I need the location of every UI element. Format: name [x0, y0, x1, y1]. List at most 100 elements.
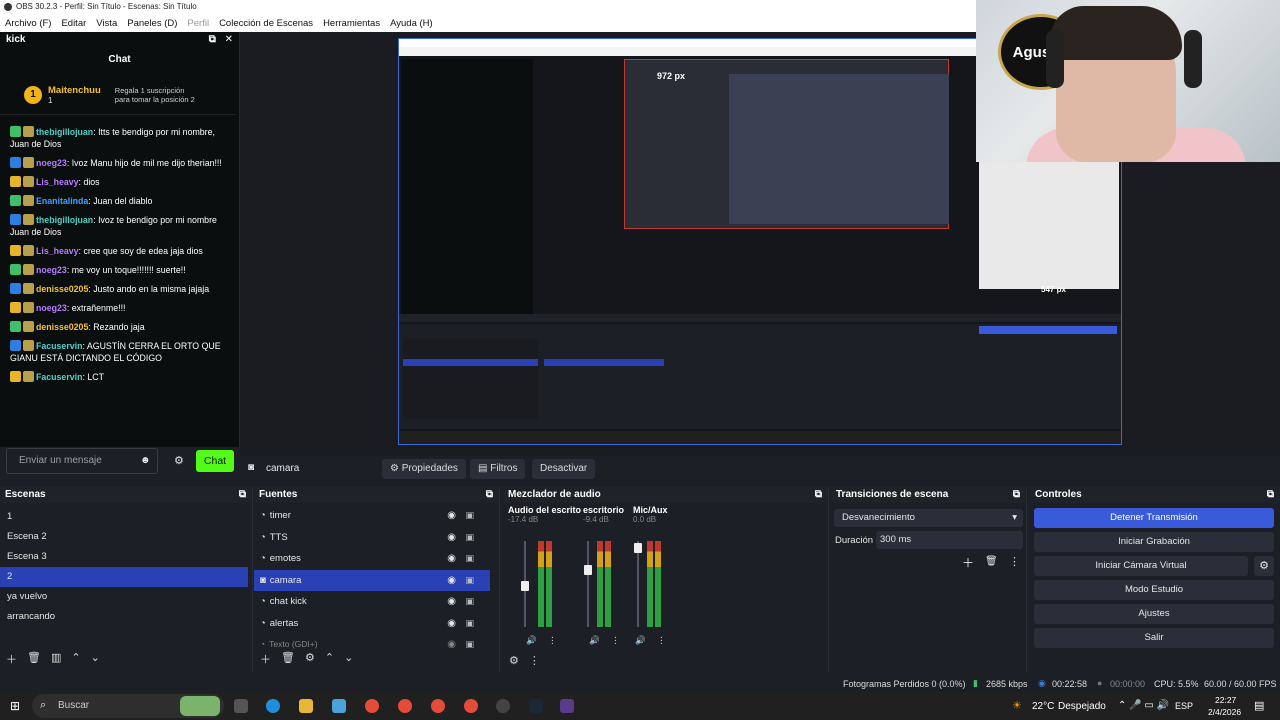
lock-icon[interactable]: ▣	[465, 505, 474, 527]
chat-input[interactable]: Enviar un mensaje	[6, 448, 158, 474]
lock-icon[interactable]: ▣	[465, 634, 474, 656]
menu-paneles[interactable]: Paneles (D)	[127, 18, 177, 29]
eye-icon[interactable]: ◉	[447, 570, 456, 592]
emoji-icon[interactable]: ☻	[140, 455, 151, 466]
duration-input[interactable]: 300 ms	[876, 531, 1023, 549]
speaker-icon[interactable]: 🔊	[526, 635, 537, 646]
scene-item[interactable]: Escena 3	[0, 547, 248, 567]
undock-icon[interactable]: ⧉	[209, 34, 216, 45]
source-item[interactable]: ◔ timer ◉ ▣	[254, 505, 490, 527]
menu-perfil[interactable]: Perfil	[187, 18, 209, 29]
clock-time[interactable]: 22:27	[1215, 695, 1236, 705]
move-up-icon[interactable]: ⌃	[325, 651, 334, 667]
chat-username[interactable]: thebigillojuan	[36, 127, 93, 137]
chrome-icon[interactable]	[365, 699, 379, 713]
undock-icon[interactable]: ⧉	[1267, 487, 1274, 503]
chat-messages[interactable]: thebigillojuan: Itts te bendigo por mi n…	[0, 126, 236, 444]
notification-icon[interactable]: ▤	[1254, 699, 1264, 712]
source-item[interactable]: ◔ TTS ◉ ▣	[254, 527, 490, 549]
source-item[interactable]: ◔ emotes ◉ ▣	[254, 548, 490, 570]
language-indicator[interactable]: ESP	[1175, 701, 1193, 711]
lock-icon[interactable]: ▣	[465, 570, 474, 592]
menu-icon[interactable]: ⋮	[548, 635, 557, 646]
filter-icon[interactable]: ▥	[51, 651, 61, 667]
scene-item[interactable]: 1	[0, 507, 248, 527]
scene-item[interactable]: Escena 2	[0, 527, 248, 547]
deactivate-button[interactable]: Desactivar	[532, 459, 596, 479]
edge-icon[interactable]	[266, 699, 280, 713]
task-view-icon[interactable]	[234, 699, 248, 713]
chat-username[interactable]: Lis_heavy	[36, 246, 79, 256]
add-icon[interactable]: ＋	[6, 651, 17, 667]
menu-icon[interactable]: ⋮	[1009, 555, 1020, 568]
scene-item[interactable]: ya vuelvo	[0, 587, 248, 607]
undock-icon[interactable]: ⧉	[239, 487, 246, 503]
move-down-icon[interactable]: ⌄	[91, 651, 100, 667]
steam-icon[interactable]	[529, 699, 543, 713]
menu-vista[interactable]: Vista	[96, 18, 117, 29]
undock-icon[interactable]: ⧉	[1013, 487, 1020, 503]
undock-icon[interactable]: ⧉	[486, 487, 493, 503]
close-icon[interactable]: ✕	[225, 34, 233, 45]
eye-icon[interactable]: ◉	[447, 634, 456, 656]
menu-icon[interactable]: ⋮	[611, 635, 620, 646]
add-icon[interactable]: ＋	[962, 554, 974, 571]
move-up-icon[interactable]: ⌃	[71, 651, 80, 667]
speaker-icon[interactable]: 🔊	[589, 635, 600, 646]
scene-item[interactable]: arrancando	[0, 607, 248, 627]
menu-archivo[interactable]: Archivo (F)	[5, 18, 51, 29]
filters-button[interactable]: ▤ Filtros	[470, 459, 526, 479]
pinned-username[interactable]: Maitenchuu	[48, 85, 101, 96]
trash-icon[interactable]: 🗑	[281, 651, 295, 667]
transition-select[interactable]: Desvanecimiento ▾	[834, 509, 1023, 527]
chrome-icon[interactable]	[464, 699, 478, 713]
eye-icon[interactable]: ◉	[447, 613, 456, 635]
app-icon[interactable]	[332, 699, 346, 713]
trash-icon[interactable]: 🗑	[27, 651, 41, 667]
chat-username[interactable]: denisse0205	[36, 284, 88, 294]
lock-icon[interactable]: ▣	[465, 591, 474, 613]
eye-icon[interactable]: ◉	[447, 505, 456, 527]
gear-icon[interactable]: ⚙	[305, 651, 315, 667]
chat-username[interactable]: noeg23	[36, 158, 67, 168]
volume-slider[interactable]	[584, 541, 592, 627]
windows-start-icon[interactable]: ⊞	[10, 699, 20, 713]
chrome-icon[interactable]	[431, 699, 445, 713]
taskbar-search[interactable]: ⌕ Buscar	[32, 694, 224, 718]
chat-username[interactable]: noeg23	[36, 303, 67, 313]
menu-editar[interactable]: Editar	[61, 18, 86, 29]
chat-send-button[interactable]: Chat	[196, 450, 234, 472]
undock-icon[interactable]: ⧉	[815, 487, 822, 503]
eye-icon[interactable]: ◉	[447, 548, 456, 570]
menu-icon[interactable]: ⋮	[529, 654, 540, 667]
source-item[interactable]: ◔ chat kick ◉ ▣	[254, 591, 490, 613]
lock-icon[interactable]: ▣	[465, 527, 474, 549]
move-down-icon[interactable]: ⌄	[344, 651, 353, 667]
gear-icon[interactable]: ⚙	[1254, 556, 1274, 576]
obs-icon[interactable]	[496, 699, 510, 713]
stop-stream-button[interactable]: Detener Transmisión	[1034, 508, 1274, 528]
chat-username[interactable]: Facuservin	[36, 372, 82, 382]
studio-mode-button[interactable]: Modo Estudio	[1034, 580, 1274, 600]
gear-icon[interactable]: ⚙	[509, 654, 519, 667]
menu-coleccion-escenas[interactable]: Colección de Escenas	[219, 18, 313, 29]
eye-icon[interactable]: ◉	[447, 527, 456, 549]
menu-icon[interactable]: ⋮	[657, 635, 666, 646]
properties-button[interactable]: ⚙ Propiedades	[382, 459, 466, 479]
lock-icon[interactable]: ▣	[465, 548, 474, 570]
add-icon[interactable]: ＋	[260, 651, 271, 667]
eye-icon[interactable]: ◉	[447, 591, 456, 613]
start-virtual-camera-button[interactable]: Iniciar Cámara Virtual	[1034, 556, 1248, 576]
chat-username[interactable]: denisse0205	[36, 322, 88, 332]
exit-button[interactable]: Salir	[1034, 628, 1274, 648]
tray-icons[interactable]: ⌃ 🎤 ▭ 🔊	[1118, 700, 1169, 711]
trash-icon[interactable]: 🗑	[985, 556, 998, 567]
menu-ayuda[interactable]: Ayuda (H)	[390, 18, 433, 29]
chat-username[interactable]: noeg23	[36, 265, 67, 275]
chat-username[interactable]: Facuservin	[36, 341, 82, 351]
source-item[interactable]: ◙ camara ◉ ▣	[254, 569, 490, 592]
clock-date[interactable]: 2/4/2026	[1208, 707, 1241, 717]
chat-username[interactable]: Enanitalinda	[36, 196, 88, 206]
chrome-icon[interactable]	[398, 699, 412, 713]
gear-icon[interactable]: ⚙	[174, 454, 184, 467]
